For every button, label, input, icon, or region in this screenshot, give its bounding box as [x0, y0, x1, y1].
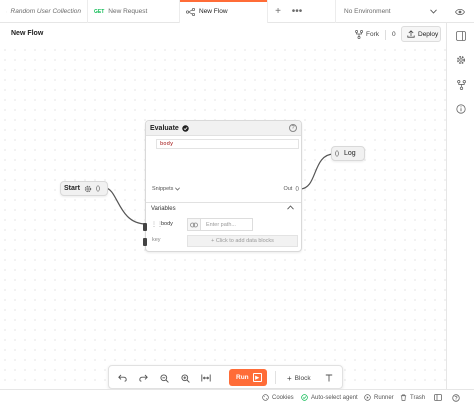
flow-icon	[186, 7, 195, 16]
deploy-button[interactable]: Deploy	[401, 26, 441, 42]
check-circle-icon	[301, 394, 308, 401]
evaluate-block[interactable]: Evaluate ? body Snippets Out () Variable…	[145, 120, 302, 252]
variable-row: ⋮⋮ body	[146, 218, 301, 232]
method-badge: GET	[94, 8, 105, 15]
connection-evaluate-log	[299, 153, 335, 190]
layout-icon[interactable]	[434, 392, 442, 403]
gear-icon[interactable]	[84, 185, 92, 193]
tab-label: New Flow	[199, 8, 228, 15]
chevron-down-icon	[175, 187, 181, 191]
help-icon[interactable]	[452, 392, 460, 403]
out-port[interactable]: ()	[295, 186, 299, 192]
fork-button[interactable]: Fork 0	[355, 28, 396, 41]
play-icon: ▶	[252, 373, 262, 382]
fork-label: Fork	[366, 31, 379, 38]
snippets-label: Snippets	[152, 186, 174, 192]
out-label: Out	[283, 186, 293, 192]
variable-path-input[interactable]	[201, 218, 253, 231]
redo-icon[interactable]	[136, 371, 150, 385]
tab-new-flow[interactable]: New Flow	[180, 0, 268, 23]
variable-name: body	[161, 221, 173, 227]
run-label: Run	[236, 374, 249, 381]
divider	[385, 29, 386, 40]
evaluate-header: Evaluate ?	[146, 121, 301, 136]
output-port-row: Out ()	[283, 186, 299, 192]
fit-view-icon[interactable]	[199, 371, 213, 385]
tab-new-request[interactable]: GET New Request	[88, 0, 180, 23]
agent-select[interactable]: Auto-select agent	[301, 392, 358, 403]
variable-input-port[interactable]	[143, 223, 147, 231]
code-editor[interactable]: body	[156, 139, 299, 149]
fork-icon	[355, 30, 363, 39]
help-icon[interactable]: ?	[289, 124, 297, 132]
tab-bar: Random User Collection GET New Request N…	[0, 0, 474, 23]
run-button[interactable]: Run ▶	[229, 369, 267, 386]
zoom-out-icon[interactable]	[157, 371, 171, 385]
tab-label: New Request	[108, 8, 148, 15]
add-data-block-button[interactable]: + Click to add data blocks	[187, 235, 298, 247]
key-input-port[interactable]	[143, 238, 147, 246]
fork-count: 0	[392, 31, 396, 38]
cookie-icon	[262, 394, 269, 401]
right-sidebar	[446, 23, 474, 389]
start-label: Start	[64, 185, 80, 192]
tab-label: Random User Collection	[10, 8, 81, 15]
log-label: Log	[344, 150, 356, 157]
settings-gear-icon[interactable]	[455, 54, 467, 66]
add-block-button[interactable]: + Block	[287, 371, 311, 385]
block-label: Block	[294, 374, 311, 382]
runner-button[interactable]: Runner	[364, 392, 394, 403]
collection-icon	[6, 11, 7, 12]
info-icon[interactable]	[455, 103, 467, 115]
trash-icon	[400, 394, 407, 401]
cookies-button[interactable]: Cookies	[262, 392, 294, 403]
runner-icon	[364, 394, 371, 401]
chevron-down-icon	[430, 9, 437, 14]
flow-canvas[interactable]: Start () () Log Evaluate ? body Snippets…	[0, 45, 446, 389]
page-title: New Flow	[11, 30, 44, 37]
fork-icon[interactable]	[455, 79, 467, 91]
text-tool-icon[interactable]	[322, 371, 336, 385]
canvas-toolbar: Run ▶ + Block	[108, 365, 343, 389]
variables-label: Variables	[151, 205, 176, 212]
new-tab-plus-icon[interactable]: +	[272, 0, 284, 23]
undo-icon[interactable]	[115, 371, 129, 385]
zoom-in-icon[interactable]	[178, 371, 192, 385]
verified-check-icon	[182, 124, 189, 132]
trash-button[interactable]: Trash	[400, 392, 425, 403]
environment-quick-look-icon[interactable]	[452, 0, 468, 23]
deploy-label: Deploy	[418, 30, 439, 38]
upload-icon	[407, 30, 415, 38]
log-input-port[interactable]: ()	[335, 151, 339, 157]
more-options-icon[interactable]: •••	[290, 0, 304, 23]
snippets-dropdown[interactable]: Snippets	[152, 186, 181, 192]
link-icon[interactable]	[187, 218, 201, 231]
runner-label: Runner	[374, 394, 394, 401]
start-output-port[interactable]: ()	[96, 186, 100, 192]
agent-label: Auto-select agent	[311, 394, 358, 401]
chevron-up-icon	[287, 205, 294, 210]
trash-label: Trash	[410, 394, 426, 401]
flow-header: New Flow Fork 0 Deploy	[0, 23, 446, 45]
key-label: key	[152, 237, 161, 243]
tab-random-user-collection[interactable]: Random User Collection	[0, 0, 88, 23]
toggle-panel-icon[interactable]	[455, 30, 467, 42]
start-block[interactable]: Start ()	[60, 181, 108, 196]
log-block[interactable]: () Log	[331, 146, 365, 161]
status-bar: Cookies Auto-select agent Runner Trash	[0, 389, 474, 404]
variables-section-header[interactable]: Variables	[146, 202, 301, 214]
environment-label: No Environment	[344, 8, 391, 15]
plus-icon: +	[287, 373, 292, 383]
evaluate-title: Evaluate	[150, 124, 179, 132]
connection-start-evaluate	[104, 187, 147, 225]
divider	[275, 371, 276, 384]
environment-select[interactable]: No Environment	[335, 0, 445, 23]
cookies-label: Cookies	[272, 394, 294, 401]
